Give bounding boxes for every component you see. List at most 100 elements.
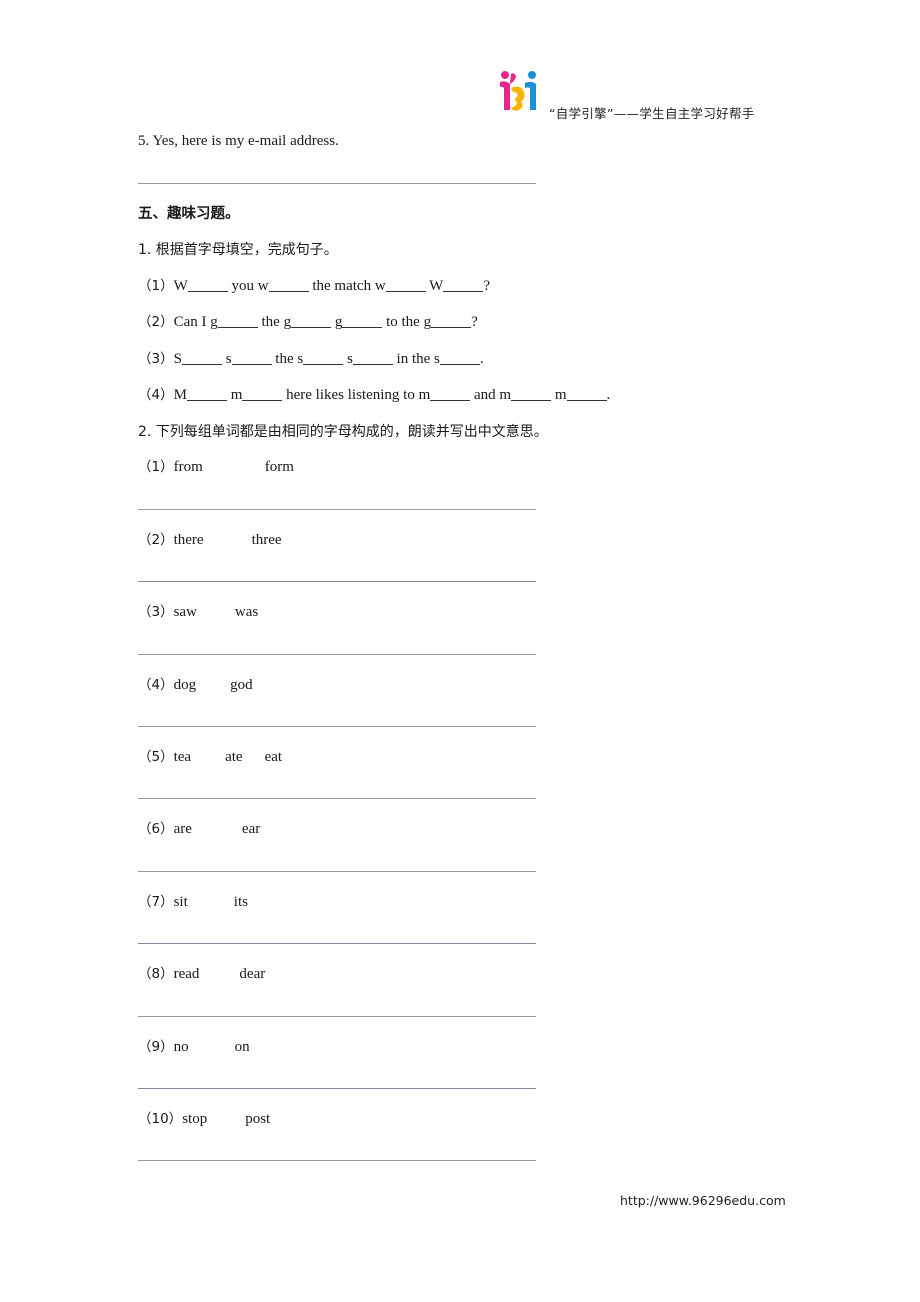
exercise2-instruction: 2. 下列每组单词都是由相同的字母构成的，朗读并写出中文意思。: [138, 424, 548, 440]
word-group-item: （1）from form: [138, 458, 294, 476]
blank-input[interactable]: [430, 386, 471, 401]
anagram-word: eat: [264, 749, 283, 765]
answer-line[interactable]: [138, 654, 536, 655]
sentence-fragment: and m: [470, 387, 512, 403]
blank-input[interactable]: [181, 350, 222, 365]
page-header: “自学引擎”——学生自主学习好帮手: [497, 70, 797, 121]
item-number-label: （9）: [138, 1039, 174, 1055]
blank-input[interactable]: [352, 350, 393, 365]
sentence-fragment: the s: [271, 351, 304, 367]
sentence-fragment: m: [226, 387, 243, 403]
item-number-label: （10）: [138, 1111, 183, 1127]
anagram-word: its: [233, 894, 248, 910]
sentence-fragment: the g: [257, 314, 292, 330]
sentence-fragment: m: [551, 387, 567, 403]
sentence-fragment: s: [221, 351, 232, 367]
sentence-fragment: ?: [471, 314, 478, 330]
blank-input[interactable]: [291, 313, 332, 328]
item-number-label: （4）: [138, 387, 174, 403]
sentence-fragment: M: [173, 387, 187, 403]
sentence-fragment: .: [479, 351, 484, 367]
blank-input[interactable]: [511, 386, 552, 401]
sentence-fragment: here likes listening to m: [282, 387, 431, 403]
anagram-word: sit: [173, 894, 188, 910]
answer-line[interactable]: [138, 1160, 536, 1161]
anagram-word: post: [245, 1111, 271, 1127]
anagram-word: stop: [182, 1111, 208, 1127]
word-group-item: （5）tea ate eat: [138, 748, 282, 766]
answer-line[interactable]: [138, 1088, 536, 1089]
word-group-item: （2）there three: [138, 531, 282, 549]
answer-line[interactable]: [138, 509, 536, 510]
anagram-word: form: [264, 459, 294, 475]
answer-line[interactable]: [138, 183, 536, 184]
sentence-fragment: S: [173, 351, 182, 367]
sentence-fragment: g: [331, 314, 343, 330]
fill-blank-sentence: （3）S s the s s in the s.: [138, 350, 484, 368]
word-group-item: （6）are ear: [138, 820, 260, 838]
header-tagline: “自学引擎”——学生自主学习好帮手: [549, 106, 755, 121]
item-number-label: （8）: [138, 966, 174, 982]
sentence-fragment: W: [425, 278, 444, 294]
blank-input[interactable]: [566, 386, 607, 401]
item-number-label: （2）: [138, 314, 174, 330]
anagram-word: on: [234, 1039, 250, 1055]
answer-line[interactable]: [138, 798, 536, 799]
anagram-word: tea: [173, 749, 192, 765]
sentence-fragment: Can I g: [173, 314, 218, 330]
answer-line[interactable]: [138, 871, 536, 872]
item-number-label: （2）: [138, 532, 174, 548]
blank-input[interactable]: [342, 313, 383, 328]
word-group-item: （4）dog god: [138, 676, 253, 694]
sentence-fragment: you w: [227, 278, 269, 294]
word-group-item: （7）sit its: [138, 893, 248, 911]
sentence-fragment: the match w: [308, 278, 386, 294]
answer-line[interactable]: [138, 581, 536, 582]
blank-input[interactable]: [231, 350, 272, 365]
anagram-word: dog: [173, 677, 197, 693]
anagram-word: was: [234, 604, 259, 620]
word-group-item: （9）no on: [138, 1038, 250, 1056]
answer-line[interactable]: [138, 943, 536, 944]
item-number-label: （3）: [138, 604, 174, 620]
anagram-word: three: [251, 532, 282, 548]
blank-input[interactable]: [385, 277, 426, 292]
blank-input[interactable]: [217, 313, 258, 328]
blank-input[interactable]: [439, 350, 480, 365]
answer-line[interactable]: [138, 726, 536, 727]
exercise1-instruction: 1. 根据首字母填空，完成句子。: [138, 242, 338, 258]
item-number-label: （7）: [138, 894, 174, 910]
blank-input[interactable]: [303, 350, 344, 365]
zixue-yinqing-logo-icon: [500, 71, 536, 111]
item-number-label: （4）: [138, 677, 174, 693]
sentence-fragment: .: [606, 387, 611, 403]
answer-line[interactable]: [138, 1016, 536, 1017]
anagram-word: dear: [239, 966, 266, 982]
blank-input[interactable]: [268, 277, 309, 292]
blank-input[interactable]: [443, 277, 484, 292]
sentence-fragment: W: [173, 278, 188, 294]
sentence-fragment: in the s: [392, 351, 440, 367]
anagram-word: saw: [173, 604, 197, 620]
blank-input[interactable]: [187, 277, 228, 292]
sentence-fragment: ?: [483, 278, 490, 294]
word-group-item: （10）stop post: [138, 1110, 270, 1128]
blank-input[interactable]: [186, 386, 227, 401]
anagram-word: are: [173, 821, 192, 837]
anagram-word: ate: [225, 749, 243, 765]
item-number-label: （1）: [138, 278, 174, 294]
fill-blank-sentence: （1）W you w the match w W?: [138, 277, 490, 295]
item-number-label: （6）: [138, 821, 174, 837]
footer-url[interactable]: http://www.96296edu.com: [620, 1193, 786, 1208]
item-number-label: （5）: [138, 749, 174, 765]
anagram-word: read: [173, 966, 200, 982]
blank-input[interactable]: [431, 313, 472, 328]
fill-blank-sentence: （4）M m here likes listening to m and m m…: [138, 386, 610, 404]
previous-item-text: 5. Yes, here is my e-mail address.: [138, 133, 339, 149]
anagram-word: there: [173, 532, 204, 548]
word-group-item: （8）read dear: [138, 965, 265, 983]
anagram-word: ear: [241, 821, 261, 837]
blank-input[interactable]: [242, 386, 283, 401]
item-number-label: （3）: [138, 351, 174, 367]
anagram-word: from: [173, 459, 203, 475]
